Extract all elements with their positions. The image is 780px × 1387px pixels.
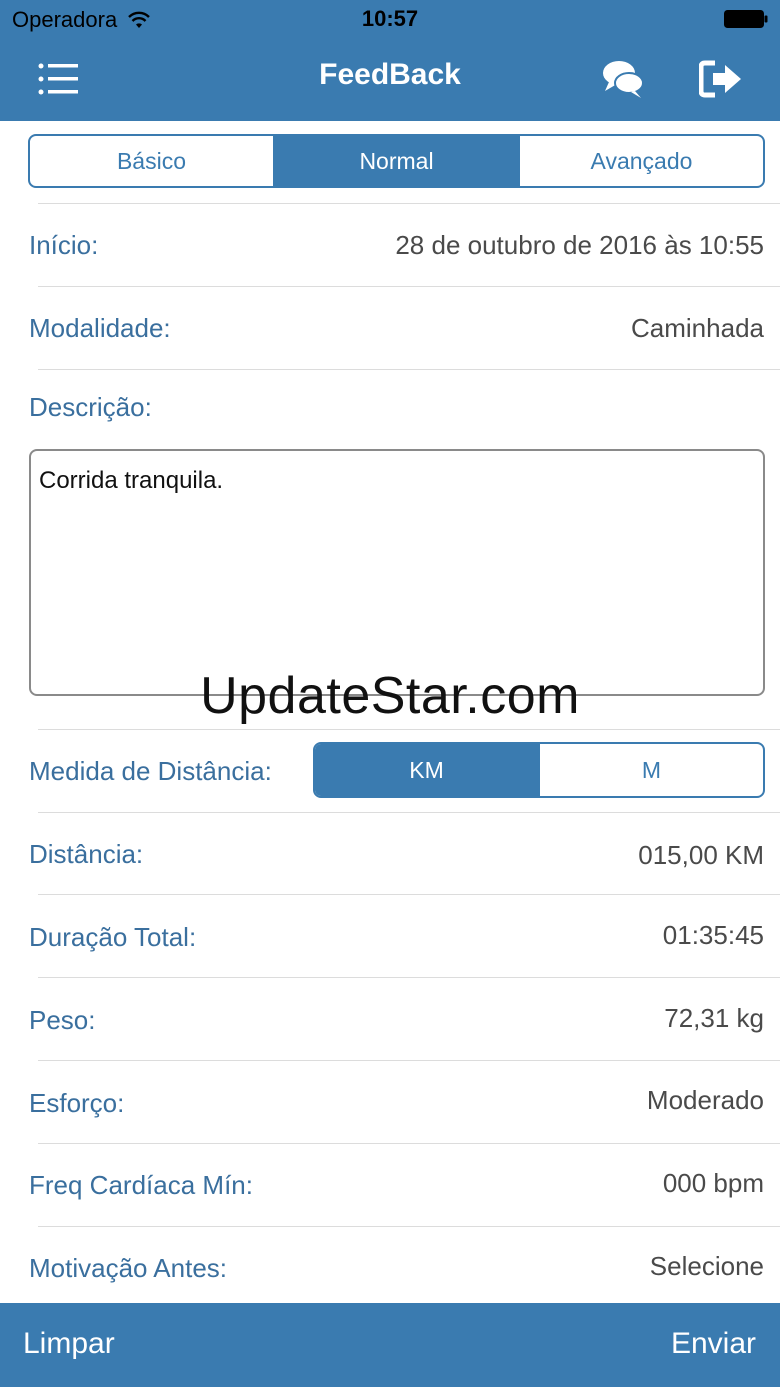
divider — [38, 203, 780, 204]
status-bar: Operadora 10:57 — [0, 0, 780, 40]
motivacao-label: Motivação Antes: — [29, 1253, 227, 1283]
tab-avancado[interactable]: Avançado — [518, 136, 763, 186]
divider — [38, 1143, 780, 1144]
esforco-label: Esforço: — [29, 1088, 125, 1118]
divider — [38, 1060, 780, 1061]
motivacao-value: Selecione — [649, 1251, 764, 1281]
peso-label: Peso: — [29, 1005, 96, 1035]
divider — [38, 1226, 780, 1227]
bottom-bar: Limpar Enviar — [0, 1303, 780, 1387]
tab-normal[interactable]: Normal — [273, 136, 518, 186]
duracao-label: Duração Total: — [29, 922, 197, 952]
mode-tabs: Básico Normal Avançado — [28, 134, 765, 188]
divider — [38, 369, 780, 370]
limpar-button[interactable]: Limpar — [23, 1327, 115, 1361]
divider — [38, 977, 780, 978]
modalidade-label: Modalidade: — [29, 313, 171, 343]
divider — [38, 286, 780, 287]
tab-basico[interactable]: Básico — [30, 136, 273, 186]
inicio-label: Início: — [29, 230, 99, 260]
distancia-value: 015,00 KM — [638, 840, 764, 870]
distance-unit-toggle: KM M — [313, 742, 765, 798]
freq-value: 000 bpm — [662, 1168, 764, 1198]
chat-icon — [603, 61, 644, 98]
esforco-value: Moderado — [646, 1085, 764, 1115]
logout-icon — [699, 60, 741, 98]
distancia-label: Distância: — [29, 839, 144, 869]
modalidade-value: Caminhada — [631, 313, 764, 343]
battery-icon — [724, 10, 768, 28]
divider — [38, 812, 780, 813]
logout-button[interactable] — [696, 56, 746, 102]
divider — [38, 894, 780, 895]
chat-button[interactable] — [598, 56, 648, 102]
medida-label: Medida de Distância: — [29, 756, 272, 786]
status-time: 10:57 — [361, 6, 419, 31]
inicio-value: 28 de outubro de 2016 às 10:55 — [395, 230, 764, 260]
freq-label: Freq Cardíaca Mín: — [29, 1170, 253, 1200]
descricao-label: Descrição: — [29, 392, 152, 422]
unit-km-option[interactable]: KM — [315, 744, 538, 796]
peso-value: 72,31 kg — [664, 1003, 764, 1033]
unit-m-option[interactable]: M — [538, 744, 763, 796]
divider — [38, 729, 780, 730]
duracao-value: 01:35:45 — [662, 920, 764, 950]
watermark-text: UpdateStar.com — [200, 667, 580, 725]
enviar-button[interactable]: Enviar — [671, 1327, 756, 1361]
descricao-textarea[interactable]: Corrida tranquila. — [29, 449, 765, 696]
top-bar: Operadora 10:57 FeedBack — [0, 0, 780, 121]
page-title: FeedBack — [319, 58, 461, 91]
